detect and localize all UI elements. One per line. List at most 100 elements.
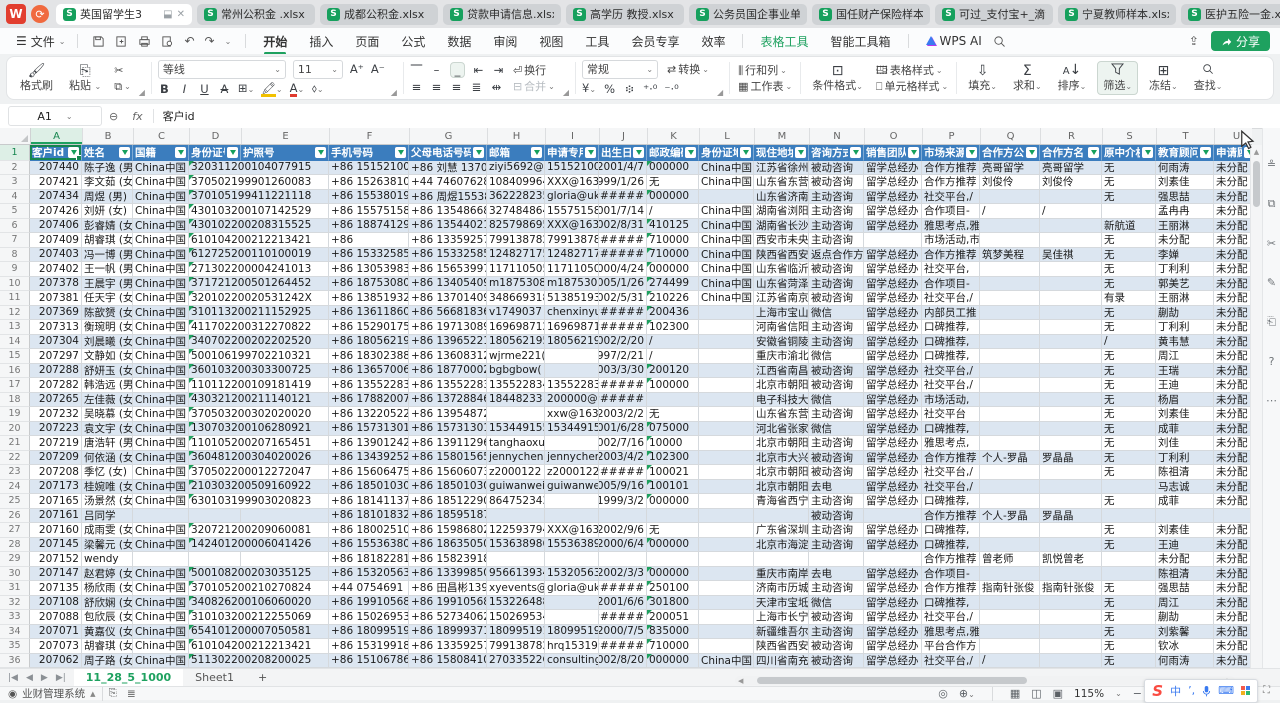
cell[interactable]: 无 [1102, 320, 1156, 335]
cell[interactable]: China中国 [133, 262, 189, 277]
cell[interactable]: 207282 [30, 378, 82, 393]
cell[interactable]: 122593794 [487, 523, 545, 538]
cell[interactable]: +86 15319918 [329, 639, 409, 654]
strikethrough-button[interactable]: A [218, 82, 231, 96]
cell[interactable]: 2003/4/2 [599, 451, 647, 466]
menu-页面[interactable]: 页面 [344, 29, 390, 54]
cell[interactable] [1040, 523, 1102, 538]
first-sheet-icon[interactable]: |◀ [8, 673, 18, 683]
cell[interactable]: 被动咨询 [809, 175, 864, 190]
cell[interactable]: 117110505 [487, 262, 545, 277]
cell[interactable]: China中国 [699, 161, 754, 176]
header-cell[interactable]: 申请专用 [545, 145, 599, 161]
file-tab[interactable]: S医护五险一金.xlsx [1181, 4, 1280, 25]
cell[interactable] [980, 233, 1040, 248]
cell[interactable] [189, 552, 241, 567]
cell[interactable]: 无 [1102, 175, 1156, 190]
cell[interactable] [1040, 436, 1102, 451]
cell[interactable]: 630103199903020823 [189, 494, 241, 509]
cell[interactable]: 150269534 [487, 610, 545, 625]
cell[interactable] [647, 552, 699, 567]
merge-cells-button[interactable]: ⊟合并⌄ [511, 80, 557, 93]
cell[interactable] [980, 364, 1040, 379]
cell[interactable]: 无 [647, 407, 699, 422]
cell[interactable]: 留学总经办 [864, 291, 922, 306]
ime-keyboard-icon[interactable]: ⌨ [1218, 684, 1234, 697]
cell[interactable]: 陈祖清 [1156, 567, 1214, 582]
cell[interactable] [699, 596, 754, 611]
cell[interactable] [980, 596, 1040, 611]
column-letter-Q[interactable]: Q [981, 128, 1041, 144]
cell[interactable]: 207161 [30, 509, 82, 524]
cell[interactable]: 黄韦慧 [1156, 335, 1214, 350]
cell[interactable]: 成菲 [1156, 494, 1214, 509]
justify-icon[interactable]: ≣ [470, 80, 483, 94]
cell[interactable]: 北京市朝阳 [754, 465, 809, 480]
cell[interactable]: 无 [1102, 436, 1156, 451]
file-tab[interactable]: S成都公积金.xlsx [320, 4, 438, 25]
cell[interactable]: 207304 [30, 335, 82, 350]
cell[interactable]: +86 田昌彬1395 [409, 581, 487, 596]
cell[interactable]: +86 13439252 [329, 451, 409, 466]
cell[interactable]: 去电 [809, 480, 864, 495]
cell[interactable]: / [647, 335, 699, 350]
conditional-format-button[interactable]: ⊡ 条件格式⌄ [807, 63, 868, 94]
cell[interactable] [699, 393, 754, 408]
cell[interactable] [754, 552, 809, 567]
cell[interactable]: 271302200004241013 [189, 262, 241, 277]
column-letter-E[interactable]: E [242, 128, 330, 144]
cell[interactable]: 陕西省西安 [754, 639, 809, 654]
cell[interactable]: 主动咨询 [809, 219, 864, 234]
cell[interactable]: 2002/8/31 [599, 219, 647, 234]
cell[interactable] [864, 552, 922, 567]
cell[interactable]: 710000 [647, 639, 699, 654]
cell[interactable]: +86 17882007 [329, 393, 409, 408]
tab-table-tools[interactable]: 表格工具 [749, 29, 819, 54]
cell[interactable] [754, 509, 809, 524]
cell[interactable] [980, 393, 1040, 408]
fill-button[interactable]: ⇩ 填充⌄ [963, 63, 1002, 94]
cell[interactable]: 207426 [30, 204, 82, 219]
cell[interactable]: 207223 [30, 422, 82, 437]
cell[interactable]: 雅思考点,雅 [922, 219, 980, 234]
cell[interactable]: 135522834 [545, 378, 599, 393]
cell[interactable]: 杨欣雨 (女 [82, 581, 133, 596]
cell[interactable] [545, 364, 599, 379]
cell[interactable] [980, 625, 1040, 640]
cell[interactable] [980, 378, 1040, 393]
cell[interactable]: 吴佳祺 [1040, 248, 1102, 263]
cell[interactable]: 207152 [30, 552, 82, 567]
cell[interactable]: 430103200107142529 [189, 204, 241, 219]
cut-button[interactable]: ✂ [112, 64, 133, 77]
cell[interactable] [980, 639, 1040, 654]
cell[interactable] [545, 494, 599, 509]
fx-icon[interactable]: fx [132, 110, 142, 123]
cell[interactable]: +86 19713089 [409, 320, 487, 335]
cell[interactable] [1040, 320, 1102, 335]
cell[interactable]: 合作方推荐 [922, 509, 980, 524]
cell[interactable]: 成雨雯 (女 [82, 523, 133, 538]
cell[interactable]: 未分配 [1214, 378, 1252, 393]
cell[interactable]: 无 [1102, 654, 1156, 669]
redo-icon[interactable]: ↷ [205, 34, 215, 48]
cell[interactable]: +86 18182281 [329, 552, 409, 567]
header-cell[interactable]: 现住地址 [754, 145, 809, 161]
cell[interactable]: 500108200203035125 [189, 567, 241, 582]
ime-lang-toggle[interactable]: 中 [1170, 683, 1181, 699]
cell[interactable] [545, 610, 599, 625]
cell[interactable]: 未分配 [1214, 480, 1252, 495]
cell[interactable]: 微信 [809, 422, 864, 437]
cell[interactable]: 北京市朝阳 [754, 378, 809, 393]
cell[interactable]: 142401200006041426 [189, 538, 241, 553]
cell[interactable]: 无 [1102, 233, 1156, 248]
cell[interactable] [699, 320, 754, 335]
cell[interactable] [1102, 204, 1156, 219]
cell[interactable] [1102, 552, 1156, 567]
filter-dropdown-icon[interactable] [685, 147, 696, 158]
cell[interactable]: 重庆市渝北 [754, 349, 809, 364]
cell[interactable]: 社交平台,/ [922, 378, 980, 393]
cell[interactable]: 610104200212213421 [189, 639, 241, 654]
cell[interactable]: / [980, 654, 1040, 669]
cell[interactable]: jennychen [545, 451, 599, 466]
cell[interactable]: 丁利利 [1156, 320, 1214, 335]
